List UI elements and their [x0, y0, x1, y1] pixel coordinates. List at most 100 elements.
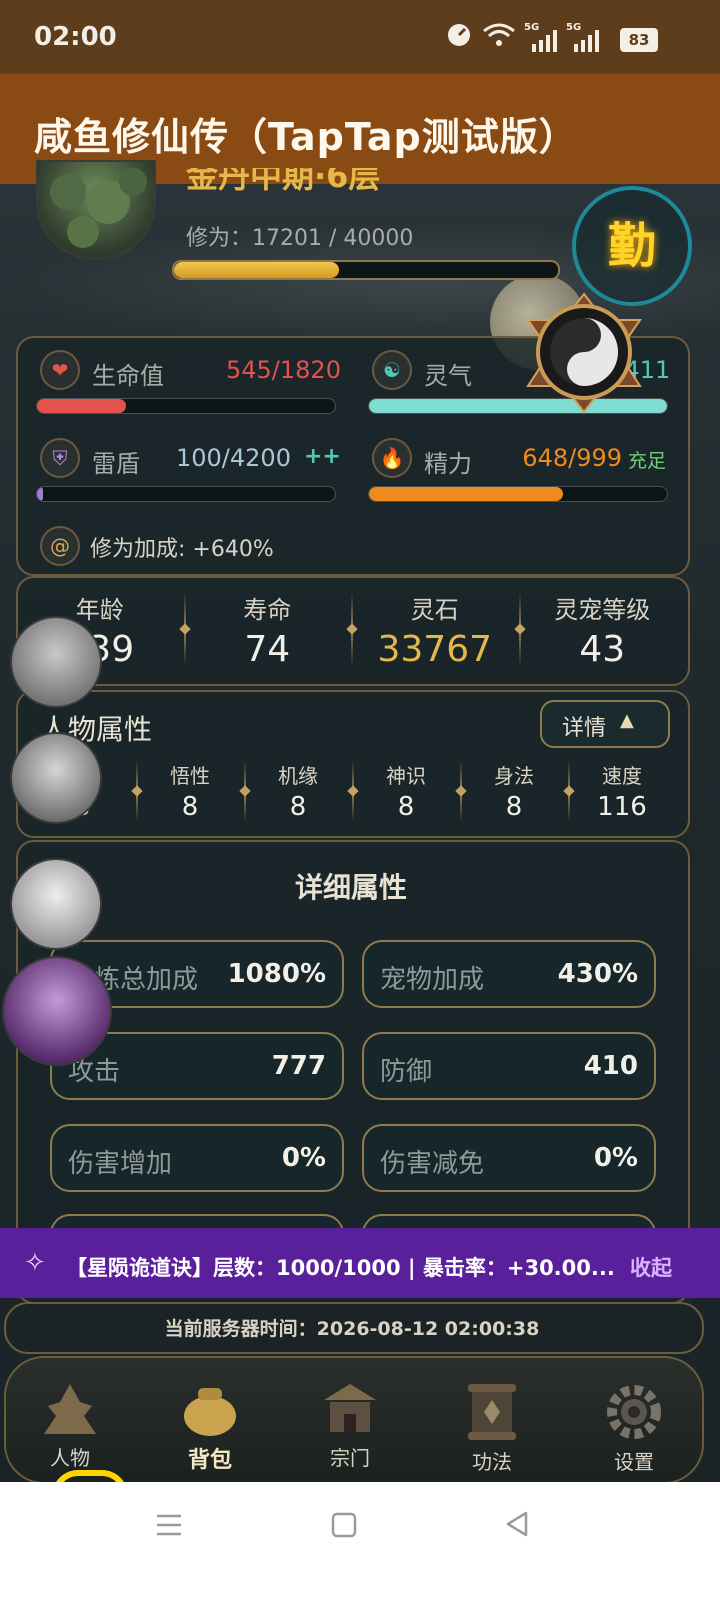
detail-grid: 修炼总加成 1080% 宠物加成 430% 攻击 777 防御 410 伤害增加 0% 伤害减免 0%: [50, 940, 656, 1240]
system-nav-bar: [0, 1482, 720, 1604]
signal-icon: [532, 30, 558, 56]
hp-label: 生命值: [92, 362, 164, 390]
info-value: 74: [244, 629, 291, 670]
wifi-icon: [482, 22, 516, 54]
energy-label: 精力: [424, 450, 472, 478]
nav-character[interactable]: 人物: [20, 1382, 120, 1471]
attribute-2: 机缘 8: [244, 760, 352, 822]
attribute-3: 神识 8: [352, 760, 460, 822]
floating-taiji-orb[interactable]: [514, 290, 654, 416]
attribute-value: 8: [505, 792, 523, 822]
shield-bar: [36, 486, 336, 502]
sparkle-icon: ✧: [24, 1248, 46, 1278]
energy-bar: [368, 486, 668, 502]
bag-icon: [184, 1388, 236, 1436]
detail-cell-label: 宠物加成: [380, 965, 485, 995]
temple-icon: [324, 1384, 376, 1432]
scroll-icon: [468, 1384, 516, 1440]
detail-cell-label: 防御: [380, 1057, 433, 1087]
info-label: 灵石: [410, 596, 459, 624]
shield-icon: ⛨: [40, 438, 80, 478]
attribute-label: 神识: [386, 764, 426, 788]
energy-value: 648/999: [522, 444, 622, 472]
cultivation-bar: [172, 260, 560, 280]
info-row: 年龄239寿命74灵石33767灵宠等级43: [16, 576, 686, 682]
info-label: 寿命: [243, 596, 292, 624]
spiral-icon: @: [40, 526, 80, 566]
realm-title: 金丹中期·6层: [186, 168, 381, 195]
shield-label: 雷盾: [92, 450, 140, 478]
detail-cell-value: 0%: [593, 1143, 638, 1173]
chevron-up-icon: ▲: [620, 710, 634, 731]
attribute-label: 速度: [602, 764, 642, 788]
detail-title: 详细属性: [294, 871, 407, 904]
companion-avatar-3[interactable]: [10, 858, 102, 950]
shield-bar-fill: [37, 487, 43, 501]
detail-cell-value: 1080%: [227, 959, 326, 989]
nav-bag[interactable]: 背包: [160, 1382, 260, 1474]
attribute-1: 悟性 8: [136, 760, 244, 822]
pagoda-icon: [44, 1384, 96, 1434]
companion-avatar-4[interactable]: [2, 956, 112, 1066]
home-icon[interactable]: [330, 1511, 358, 1543]
attribute-value: 8: [397, 792, 415, 822]
detail-cell-value: 430%: [557, 959, 638, 989]
server-time: 当前服务器时间：2026-08-12 02:00:38: [164, 1318, 540, 1340]
nav-skills[interactable]: 功法: [442, 1382, 542, 1475]
shield-value: 100/4200: [176, 444, 291, 472]
detail-cell-label: 伤害增加: [68, 1149, 173, 1179]
info-value: 33767: [377, 629, 493, 670]
cultivation-bonus: 修为加成: +640%: [90, 537, 274, 562]
attribute-label: 悟性: [170, 764, 210, 788]
flame-icon: 🔥: [372, 438, 412, 478]
companion-avatar-2[interactable]: [10, 732, 102, 824]
detail-cell: 伤害增加 0%: [50, 1124, 344, 1192]
hp-bar: [36, 398, 336, 414]
gear-icon: [607, 1385, 661, 1439]
attributes-row: 8悟性8机缘8神识8身法8速度116: [28, 756, 676, 826]
info-2: 灵石 33767: [351, 590, 519, 670]
nav-sect[interactable]: 宗门: [300, 1382, 400, 1471]
companion-avatar-1[interactable]: [10, 616, 102, 708]
hp-value: 545/1820: [226, 356, 341, 384]
attribute-4: 身法 8: [460, 760, 568, 822]
info-1: 寿命 74: [184, 590, 352, 670]
detail-cell-label: 伤害减免: [380, 1149, 485, 1179]
detail-toggle-label: 详情: [562, 716, 607, 741]
attribute-label: 身法: [494, 764, 534, 788]
attribute-value: 8: [289, 792, 307, 822]
qi-label: 灵气: [424, 362, 472, 390]
info-label: 灵宠等级: [554, 596, 651, 624]
buff-banner-text: 【星陨诡道诀】层数：1000/1000 | 暴击率：+30.00...: [66, 1256, 615, 1280]
menu-icon[interactable]: [154, 1510, 184, 1544]
heart-icon: ❤: [40, 350, 80, 390]
diligence-badge[interactable]: 勤: [572, 186, 692, 306]
attribute-label: 机缘: [278, 764, 318, 788]
detail-cell: 防御 410: [362, 1032, 656, 1100]
cultivation-bar-fill: [174, 262, 340, 278]
nav-skills-label: 功法: [472, 1450, 512, 1474]
detail-cell-value: 410: [583, 1051, 638, 1081]
buff-collapse-button[interactable]: 收起: [630, 1252, 672, 1282]
hp-bar-fill: [37, 399, 127, 413]
attribute-value: 8: [181, 792, 199, 822]
attribute-5: 速度 116: [568, 760, 676, 822]
detail-cell: 伤害减免 0%: [362, 1124, 656, 1192]
nav-settings[interactable]: 设置: [584, 1382, 684, 1475]
yin-yang-icon: ☯: [372, 350, 412, 390]
attribute-value: 116: [597, 792, 647, 822]
detail-toggle-button[interactable]: 详情 ▲: [540, 700, 670, 748]
energy-status: 充足: [628, 450, 667, 472]
nav-sect-label: 宗门: [330, 1446, 370, 1470]
shield-extra[interactable]: ++: [304, 444, 341, 469]
info-3: 灵宠等级 43: [519, 590, 687, 670]
detail-cell-value: 777: [271, 1051, 326, 1081]
status-time: 02:00: [34, 22, 117, 52]
cultivation-label: 修为：17201 / 40000: [186, 226, 414, 251]
detail-cell: 宠物加成 430%: [362, 940, 656, 1008]
signal-icon-2: [574, 30, 600, 56]
battery-icon: 83: [620, 28, 658, 52]
back-icon[interactable]: [502, 1509, 532, 1543]
info-value: 43: [579, 629, 626, 670]
speed-icon: [446, 22, 472, 54]
